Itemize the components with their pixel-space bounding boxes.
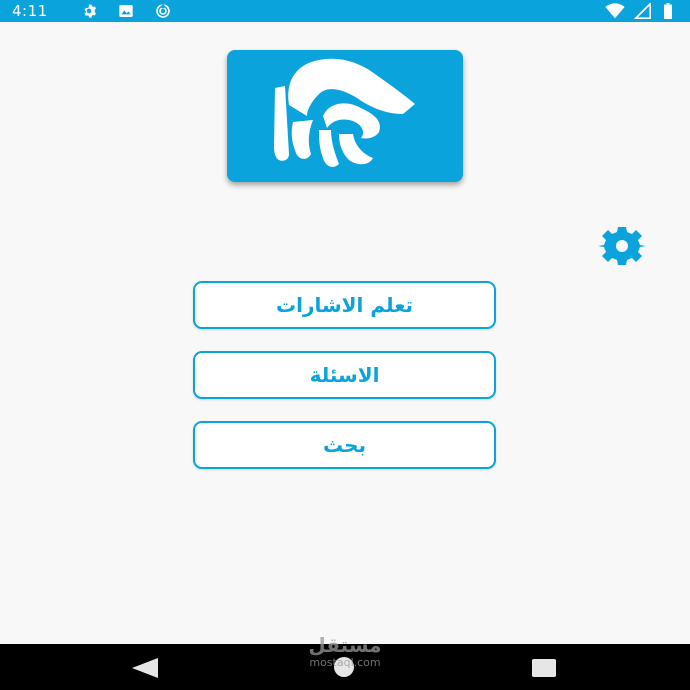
- questions-button[interactable]: الاسئلة: [193, 351, 496, 399]
- image-icon: [117, 3, 135, 19]
- sync-icon: [153, 3, 173, 19]
- app-logo: [227, 50, 463, 182]
- back-icon[interactable]: [132, 658, 158, 678]
- recents-icon[interactable]: [531, 658, 557, 678]
- hand-logo-icon: [274, 58, 415, 167]
- battery-icon: [662, 3, 674, 19]
- learn-signs-button[interactable]: تعلم الاشارات: [193, 281, 496, 329]
- watermark-arabic: مستقل: [308, 633, 382, 657]
- watermark-latin: mostaql.com: [309, 656, 381, 669]
- search-button[interactable]: بحث: [193, 421, 496, 469]
- search-label: بحث: [322, 433, 367, 457]
- status-bar: 4:11: [0, 0, 690, 22]
- wifi-icon: [604, 3, 626, 19]
- settings-icon: [80, 3, 98, 19]
- questions-label: الاسئلة: [309, 363, 380, 387]
- learn-signs-label: تعلم الاشارات: [275, 293, 413, 317]
- status-time: 4:11: [12, 2, 48, 20]
- signal-icon: [634, 3, 652, 19]
- gear-icon[interactable]: [594, 226, 650, 266]
- watermark: مستقل mostaql.com: [300, 633, 390, 677]
